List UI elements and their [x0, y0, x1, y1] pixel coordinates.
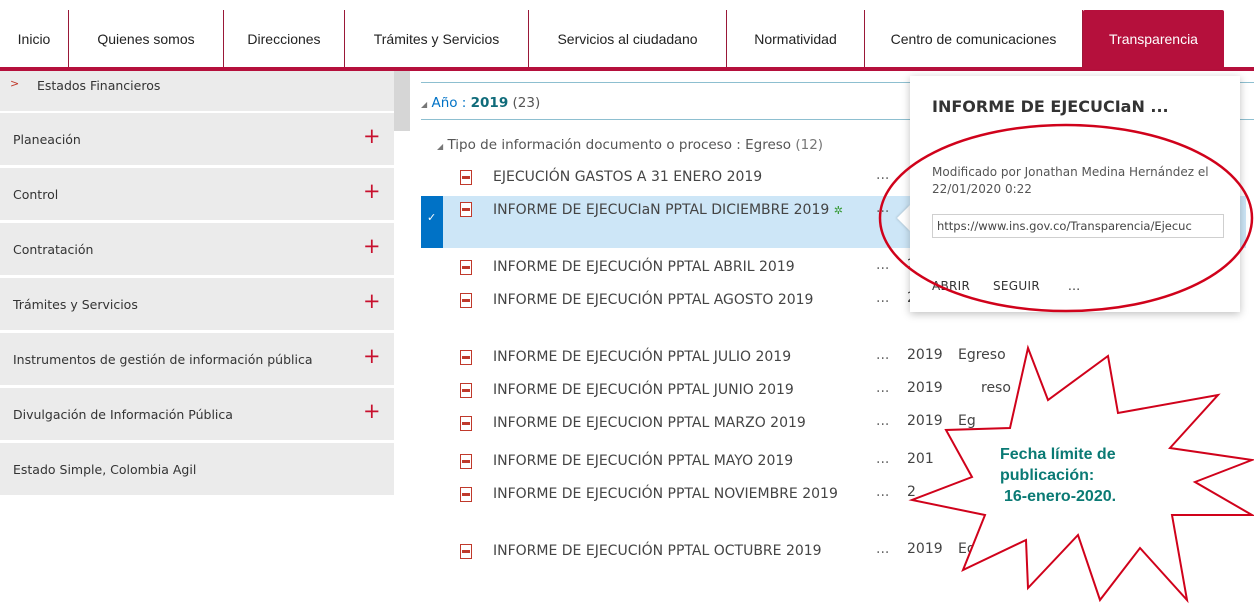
annotation-line: 16-enero-2020. [1004, 488, 1117, 505]
annotation-text: Fecha límite de publicación: 16-enero-20… [1000, 444, 1170, 507]
highlight-ellipse [878, 123, 1254, 313]
annotation-overlay [878, 123, 1254, 604]
annotation-line: publicación: [1000, 467, 1095, 484]
annotation-line: Fecha límite de [1000, 446, 1116, 463]
